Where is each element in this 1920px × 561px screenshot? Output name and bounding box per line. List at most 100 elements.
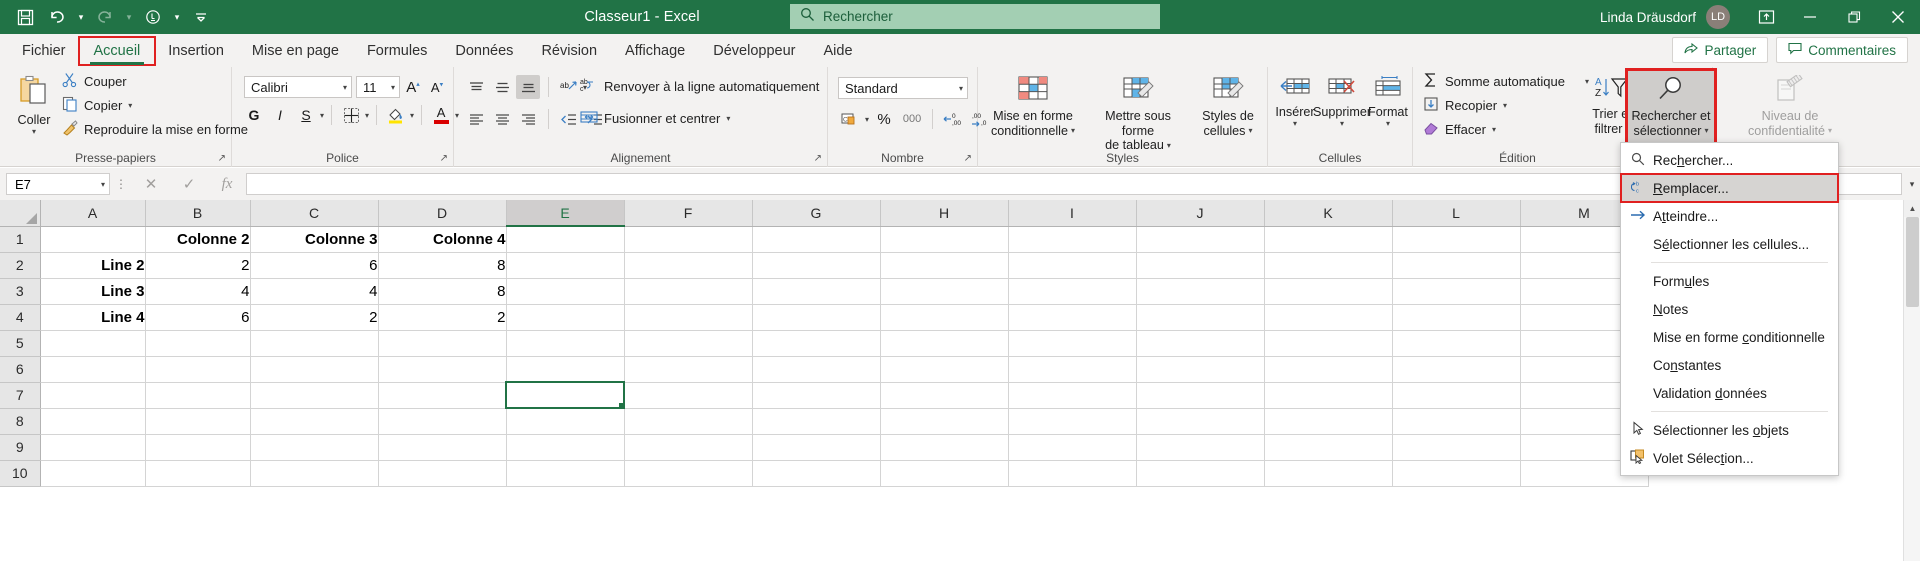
cell-J5[interactable]: [1136, 330, 1265, 357]
format-cells-button[interactable]: Format ▾: [1366, 71, 1410, 128]
cell-B9[interactable]: [145, 434, 251, 461]
conditional-formatting-dropdown-icon[interactable]: ▾: [1071, 127, 1075, 135]
scrollbar-thumb[interactable]: [1906, 217, 1919, 307]
format-painter-button[interactable]: Reproduire la mise en forme: [62, 120, 248, 139]
increase-decimal-button[interactable]: 0,00: [940, 107, 966, 131]
cell-E9[interactable]: [506, 434, 625, 461]
avatar[interactable]: LD: [1706, 5, 1730, 29]
column-header-A[interactable]: A: [40, 200, 146, 227]
column-header-L[interactable]: L: [1392, 200, 1521, 227]
cell-G7[interactable]: [752, 382, 881, 409]
cell-D3[interactable]: 8: [378, 278, 507, 305]
clear-button[interactable]: Effacer ▾: [1423, 120, 1496, 139]
cell-I7[interactable]: [1008, 382, 1137, 409]
cell-L3[interactable]: [1392, 278, 1521, 305]
cell-E6[interactable]: [506, 356, 625, 383]
cell-F4[interactable]: [624, 304, 753, 331]
column-header-C[interactable]: C: [250, 200, 379, 227]
cancel-entry-icon[interactable]: ✕: [132, 175, 170, 193]
scroll-up-arrow-icon[interactable]: ▲: [1904, 200, 1920, 217]
select-all-corner[interactable]: [0, 200, 41, 227]
row-header-9[interactable]: 9: [0, 434, 41, 461]
search-box[interactable]: Rechercher: [790, 4, 1160, 29]
insert-dropdown-icon[interactable]: ▾: [1293, 119, 1297, 128]
cell-I6[interactable]: [1008, 356, 1137, 383]
menu-item-rechercher[interactable]: Rechercher...: [1621, 146, 1838, 174]
decrease-font-size-button[interactable]: A▾: [426, 75, 448, 99]
format-as-table-dropdown-icon[interactable]: ▾: [1167, 141, 1171, 150]
touch-mode-icon[interactable]: [138, 3, 168, 31]
cell-D7[interactable]: [378, 382, 507, 409]
cell-styles-button[interactable]: Styles de cellules ▾: [1192, 71, 1264, 138]
column-header-K[interactable]: K: [1264, 200, 1393, 227]
text-orientation-button[interactable]: ab: [557, 75, 581, 99]
cell-H8[interactable]: [880, 408, 1009, 435]
cell-E7-selected[interactable]: [505, 381, 625, 409]
row-header-2[interactable]: 2: [0, 252, 41, 279]
sensitivity-button[interactable]: Niveau de confidentialité ▾: [1723, 71, 1857, 138]
cell-C1[interactable]: Colonne 3: [250, 226, 379, 253]
cell-K5[interactable]: [1264, 330, 1393, 357]
ribbon-display-options-icon[interactable]: [1744, 0, 1788, 34]
cell-G8[interactable]: [752, 408, 881, 435]
touch-mode-dropdown-icon[interactable]: ▾: [170, 3, 184, 31]
cell-F7[interactable]: [624, 382, 753, 409]
cell-H6[interactable]: [880, 356, 1009, 383]
row-header-5[interactable]: 5: [0, 330, 41, 357]
cell-G10[interactable]: [752, 460, 881, 487]
cell-C10[interactable]: [250, 460, 379, 487]
cell-C8[interactable]: [250, 408, 379, 435]
cell-D8[interactable]: [378, 408, 507, 435]
cell-H1[interactable]: [880, 226, 1009, 253]
menu-item-remplacer[interactable]: bc Remplacer...: [1620, 173, 1839, 203]
cell-D4[interactable]: 2: [378, 304, 507, 331]
cell-B2[interactable]: 2: [145, 252, 251, 279]
align-right-button[interactable]: [516, 107, 540, 131]
redo-dropdown-icon[interactable]: ▾: [122, 3, 136, 31]
align-center-button[interactable]: [490, 107, 514, 131]
row-header-1[interactable]: 1: [0, 226, 41, 253]
cell-F10[interactable]: [624, 460, 753, 487]
align-middle-button[interactable]: [490, 75, 514, 99]
accounting-dropdown-icon[interactable]: ▾: [865, 115, 869, 124]
cell-G5[interactable]: [752, 330, 881, 357]
cell-B4[interactable]: 6: [145, 304, 251, 331]
cell-A6[interactable]: [40, 356, 146, 383]
cell-K6[interactable]: [1264, 356, 1393, 383]
increase-font-size-button[interactable]: A▴: [402, 75, 424, 99]
fill-dropdown-icon[interactable]: ▾: [1503, 101, 1507, 110]
row-header-4[interactable]: 4: [0, 304, 41, 331]
cell-F3[interactable]: [624, 278, 753, 305]
cell-D6[interactable]: [378, 356, 507, 383]
tab-mise-en-page[interactable]: Mise en page: [238, 38, 353, 64]
cell-I2[interactable]: [1008, 252, 1137, 279]
tab-revision[interactable]: Révision: [527, 38, 611, 64]
cell-B8[interactable]: [145, 408, 251, 435]
fill-button[interactable]: Recopier ▾: [1423, 96, 1507, 115]
cell-F8[interactable]: [624, 408, 753, 435]
menu-item-formules[interactable]: Formules: [1621, 267, 1838, 295]
confirm-entry-icon[interactable]: ✓: [170, 175, 208, 193]
column-header-F[interactable]: F: [624, 200, 753, 227]
cell-H7[interactable]: [880, 382, 1009, 409]
cell-L8[interactable]: [1392, 408, 1521, 435]
comma-style-button[interactable]: 000: [899, 107, 925, 131]
cell-K7[interactable]: [1264, 382, 1393, 409]
tab-accueil[interactable]: Accueil: [77, 35, 157, 66]
cell-J8[interactable]: [1136, 408, 1265, 435]
cell-H9[interactable]: [880, 434, 1009, 461]
column-header-G[interactable]: G: [752, 200, 881, 227]
cell-F5[interactable]: [624, 330, 753, 357]
decrease-indent-button[interactable]: [557, 107, 581, 131]
cell-J9[interactable]: [1136, 434, 1265, 461]
cell-J4[interactable]: [1136, 304, 1265, 331]
tab-insertion[interactable]: Insertion: [154, 38, 238, 64]
cell-J1[interactable]: [1136, 226, 1265, 253]
cell-I4[interactable]: [1008, 304, 1137, 331]
row-header-3[interactable]: 3: [0, 278, 41, 305]
autosum-button[interactable]: Somme automatique ▾: [1423, 72, 1589, 91]
format-as-table-button[interactable]: Mettre sous forme de tableau ▾: [1088, 71, 1188, 153]
cell-D10[interactable]: [378, 460, 507, 487]
cell-K8[interactable]: [1264, 408, 1393, 435]
fill-color-button[interactable]: [384, 103, 408, 127]
